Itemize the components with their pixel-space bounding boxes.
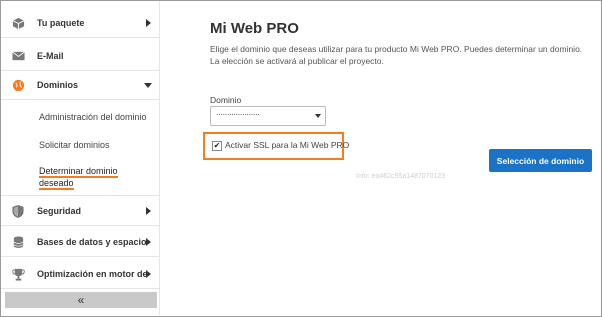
sidebar-item-seguridad[interactable]: Seguridad [1,197,159,226]
chevron-right-icon [146,238,151,246]
collapse-sidebar-button[interactable]: « [5,292,157,308]
domain-select[interactable]: ···················· [210,106,326,126]
chevron-right-icon [146,207,151,215]
page-description: Elige el dominio que deseas utilizar par… [210,44,583,66]
page-title: Mi Web PRO [210,20,299,37]
database-icon [11,235,25,249]
submenu-item-determinar[interactable]: Determinar dominio deseado [39,165,147,190]
sidebar-item-email[interactable]: E-Mail [1,42,159,71]
chevron-down-icon [144,82,152,88]
sidebar-item-label: Seguridad [37,206,82,216]
sidebar: Tu paquete E-Mail Dominios Administració… [1,1,160,315]
sidebar-item-label: Tu paquete [37,18,85,28]
sidebar-item-dominios[interactable]: Dominios [1,71,159,100]
chevron-down-icon [315,114,321,118]
sidebar-item-label: Bases de datos y espacio ... [37,237,147,247]
chevron-right-icon [146,19,151,27]
chevron-right-icon [146,270,151,278]
trophy-icon [11,267,25,281]
sidebar-item-tu-paquete[interactable]: Tu paquete [1,9,159,38]
info-text: Info: ea462c95a1487070123 [356,173,446,180]
sidebar-item-label: Dominios [37,80,79,90]
ssl-checkbox[interactable]: ✔ [212,141,222,151]
submenu-item-label: Solicitar dominios [39,140,110,150]
package-icon [11,16,25,30]
domain-field-label: Dominio [210,95,242,105]
ssl-option-highlight: ✔ Activar SSL para la Mi Web PRO [203,132,349,160]
submenu-item-label: Determinar dominio deseado [39,166,118,190]
submenu-item-administracion[interactable]: Administración del dominio [39,111,147,123]
submenu-item-solicitar[interactable]: Solicitar dominios [39,139,147,151]
sidebar-item-bases-de-datos[interactable]: Bases de datos y espacio ... [1,228,159,257]
select-domain-button[interactable]: Selección de dominio [489,149,592,172]
dominios-submenu: Administración del dominio Solicitar dom… [1,99,159,196]
shield-icon [11,204,25,218]
sidebar-item-optimizacion[interactable]: Optimización en motor de... [1,260,159,289]
sidebar-item-label: Optimización en motor de... [37,269,147,279]
domain-select-value: ···················· [216,110,260,119]
submenu-item-label: Administración del dominio [39,112,147,122]
ssl-checkbox-label[interactable]: Activar SSL para la Mi Web PRO [225,140,349,150]
main-content: Mi Web PRO Elige el dominio que deseas u… [160,1,600,315]
sidebar-item-label: E-Mail [37,51,64,61]
envelope-icon [11,49,25,63]
globe-icon [11,78,25,92]
double-chevron-left-icon: « [77,293,85,307]
